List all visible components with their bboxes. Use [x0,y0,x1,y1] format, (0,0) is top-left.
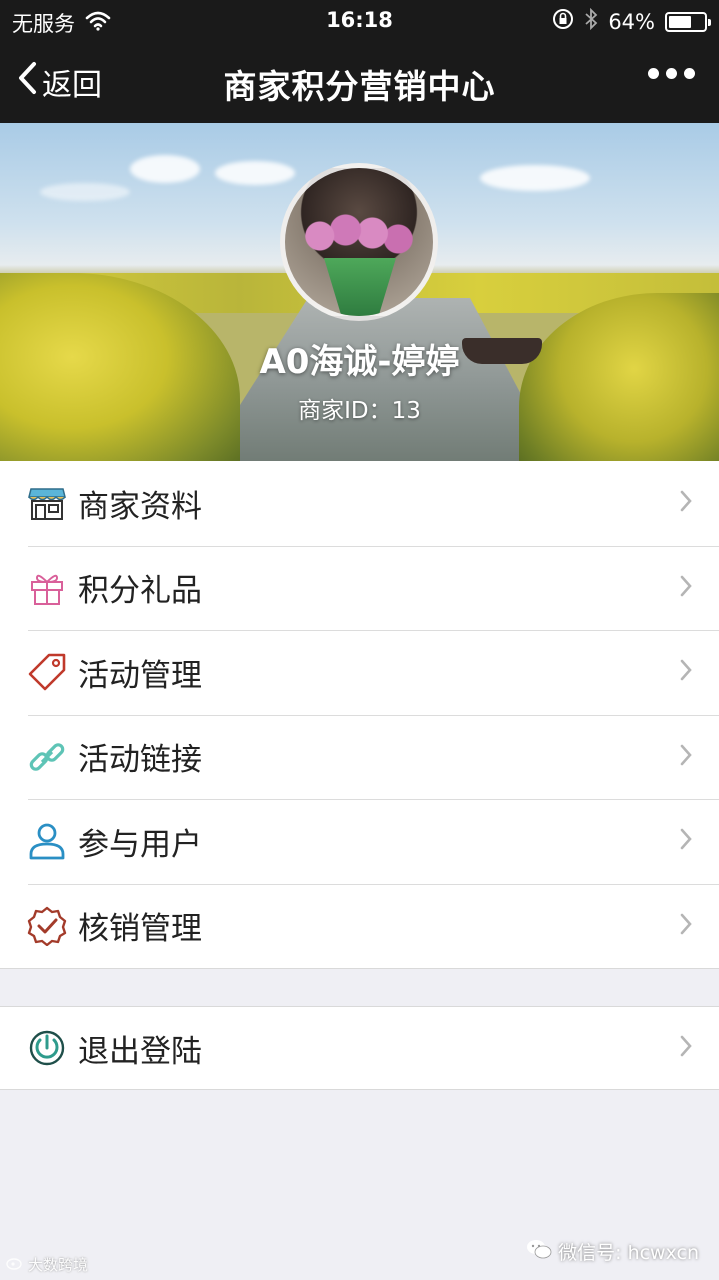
bluetooth-icon [584,7,598,35]
store-icon [27,483,67,523]
chevron-right-icon [679,1034,693,1062]
logout-button[interactable]: 退出登陆 [0,1006,719,1090]
link-icon [27,737,67,777]
battery-icon [665,11,711,32]
chevron-right-icon [679,489,693,517]
menu-item-verification-management[interactable]: 核销管理 [0,883,719,969]
menu-item-label: 商家资料 [78,488,202,525]
status-right: 64% [552,7,711,35]
more-dot-icon [648,68,659,79]
wechat-icon [526,1238,552,1265]
more-dot-icon [666,68,677,79]
user-icon [27,821,67,861]
watermark-right: 微信号: hcwxcn [526,1238,699,1265]
cloud-decoration [480,165,590,191]
menu-item-activity-links[interactable]: 活动链接 [0,714,719,800]
menu-item-participating-users[interactable]: 参与用户 [0,799,719,884]
cloud-decoration [130,155,200,183]
menu-item-points-gifts[interactable]: 积分礼品 [0,545,719,631]
menu-item-activity-management[interactable]: 活动管理 [0,630,719,715]
menu-item-label: 活动链接 [78,742,202,779]
more-dot-icon [684,68,695,79]
cloud-decoration [40,183,130,201]
avatar-flowers [303,206,415,266]
battery-level [669,15,691,28]
more-menu-button[interactable] [648,68,695,79]
power-icon [27,1028,67,1068]
profile-banner: A0海诚-婷婷 商家ID：13 [0,123,719,461]
page-title: 商家积分营销中心 [223,67,496,106]
chevron-right-icon [679,827,693,855]
weibo-icon [6,1256,24,1274]
merchant-name: A0海诚-婷婷 [259,342,460,382]
logout-label: 退出登陆 [78,1033,202,1070]
chevron-right-icon [679,912,693,940]
rotation-lock-icon [552,8,574,35]
watermark-right-text: 微信号: hcwxcn [558,1242,699,1264]
gift-icon [27,568,67,608]
menu-item-merchant-info[interactable]: 商家资料 [0,461,719,546]
chevron-right-icon [679,658,693,686]
nav-bar: 返回 商家积分营销中心 [0,40,719,123]
watermark-left: 大数跨境 [6,1254,88,1275]
menu-item-label: 核销管理 [78,911,202,948]
tag-icon [27,652,67,692]
menu-list: 商家资料 积分礼品 活动管理 活动链接 参与用户 核销管理 [0,461,719,969]
menu-item-label: 参与用户 [78,826,202,863]
badge-check-icon [27,906,67,946]
chevron-right-icon [679,574,693,602]
watermark-left-text: 大数跨境 [28,1256,89,1274]
cloud-decoration [215,161,295,185]
menu-item-label: 活动管理 [78,657,202,694]
menu-item-label: 积分礼品 [78,573,202,610]
status-bar: 无服务 16:18 64% [0,0,719,40]
avatar-stems [324,258,396,316]
avatar[interactable] [280,163,438,321]
merchant-id: 商家ID：13 [298,398,421,424]
battery-percent: 64% [608,9,655,34]
chevron-right-icon [679,743,693,771]
